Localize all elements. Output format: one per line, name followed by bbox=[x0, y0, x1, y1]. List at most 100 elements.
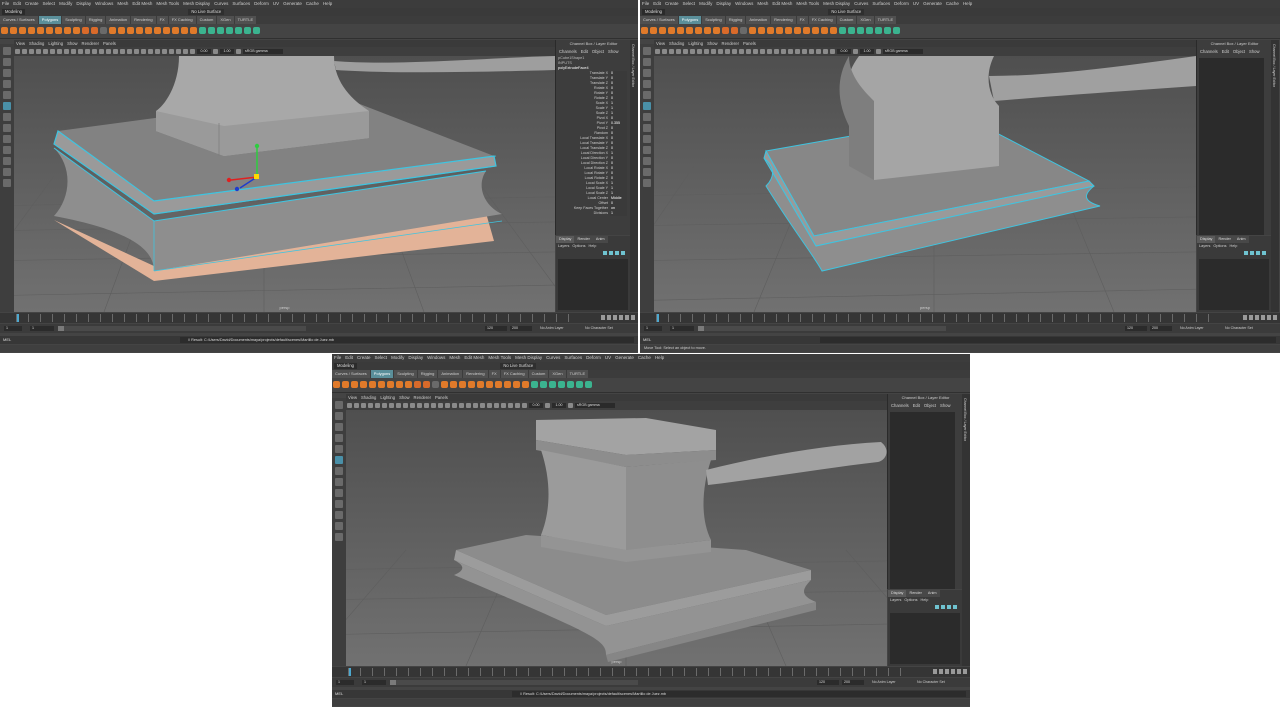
help-menu[interactable]: Help bbox=[589, 244, 597, 248]
layout-icon-1[interactable] bbox=[3, 135, 11, 143]
help-menu[interactable]: Help bbox=[921, 598, 929, 602]
wireframe-icon[interactable] bbox=[92, 49, 97, 54]
range-bar[interactable] bbox=[58, 326, 306, 331]
separate-icon[interactable] bbox=[91, 27, 98, 34]
layout-icon-5[interactable] bbox=[643, 179, 651, 187]
layer-down-icon[interactable] bbox=[609, 251, 613, 255]
gamma-field[interactable]: 1.00 bbox=[860, 49, 874, 54]
append-icon[interactable] bbox=[495, 381, 502, 388]
camera-attr-icon[interactable] bbox=[354, 403, 359, 408]
move-tool-icon[interactable] bbox=[643, 80, 651, 88]
menu-edit-mesh[interactable]: Edit Mesh bbox=[462, 354, 486, 362]
exposure-field[interactable]: 0.00 bbox=[529, 403, 543, 408]
poly-torus-icon[interactable] bbox=[677, 27, 684, 34]
unfold-icon[interactable] bbox=[253, 27, 260, 34]
shelf-tab-fx-caching[interactable]: FX Caching bbox=[808, 16, 836, 24]
paint-select-icon[interactable] bbox=[3, 69, 11, 77]
shelf-tab-sculpting[interactable]: Sculpting bbox=[62, 16, 85, 24]
layer-tab-display[interactable]: Display bbox=[556, 236, 575, 243]
single-view-icon[interactable] bbox=[3, 113, 11, 121]
options-menu[interactable]: Options bbox=[572, 244, 585, 248]
checker-icon[interactable] bbox=[884, 27, 891, 34]
shelf-tab-custom[interactable]: Custom bbox=[528, 370, 549, 378]
ao-icon[interactable] bbox=[134, 49, 139, 54]
range-inner-end-field[interactable]: 120 bbox=[1125, 326, 1147, 331]
wireframe-icon[interactable] bbox=[424, 403, 429, 408]
single-view-icon[interactable] bbox=[335, 467, 343, 475]
range-start-field[interactable]: 1 bbox=[644, 326, 662, 331]
shelf-tab-turtle[interactable]: TURTLE bbox=[234, 16, 257, 24]
boolean-icon[interactable] bbox=[118, 27, 125, 34]
safe-title-icon[interactable] bbox=[417, 403, 422, 408]
anim-layer-select[interactable]: No Anim Layer bbox=[540, 326, 564, 331]
menu-create[interactable]: Create bbox=[23, 0, 41, 8]
show-menu[interactable]: Show bbox=[608, 49, 618, 54]
bevel-icon[interactable] bbox=[785, 27, 792, 34]
menu-cache[interactable]: Cache bbox=[636, 354, 653, 362]
perspective-viewport[interactable]: persp bbox=[14, 56, 555, 312]
live-surface-field[interactable]: No Live Surface bbox=[828, 9, 865, 15]
shelf-tab-fx[interactable]: FX bbox=[796, 16, 808, 24]
lasso-tool-icon[interactable] bbox=[3, 58, 11, 66]
poly-cone-icon[interactable] bbox=[360, 381, 367, 388]
live-surface-field[interactable]: No Live Surface bbox=[188, 9, 225, 15]
layers-menu[interactable]: Layers bbox=[1199, 244, 1210, 248]
range-max-field[interactable]: 200 bbox=[842, 680, 864, 685]
poly-cone-icon[interactable] bbox=[668, 27, 675, 34]
scale-tool-icon[interactable] bbox=[335, 456, 343, 464]
lights-icon[interactable] bbox=[760, 49, 765, 54]
xray-icon[interactable] bbox=[169, 49, 174, 54]
textured-icon[interactable] bbox=[753, 49, 758, 54]
view-transform-select[interactable]: sRGB gamma bbox=[575, 403, 615, 408]
menu-help[interactable]: Help bbox=[961, 0, 974, 8]
shelf-tab-fx[interactable]: FX bbox=[156, 16, 168, 24]
resolution-gate-icon[interactable] bbox=[57, 49, 62, 54]
menu-display[interactable]: Display bbox=[406, 354, 425, 362]
spherical-map-icon[interactable] bbox=[558, 381, 565, 388]
shelf-tab-curves-surfaces[interactable]: Curves / Surfaces bbox=[0, 16, 38, 24]
poly-pipe-icon[interactable] bbox=[64, 27, 71, 34]
shelf-tab-custom[interactable]: Custom bbox=[836, 16, 857, 24]
shadows-icon[interactable] bbox=[459, 403, 464, 408]
menu-mesh-tools[interactable]: Mesh Tools bbox=[486, 354, 513, 362]
multi-cut-icon[interactable] bbox=[504, 381, 511, 388]
uv-editor-icon[interactable] bbox=[839, 27, 846, 34]
time-slider[interactable] bbox=[0, 313, 638, 323]
shelf-tab-animation[interactable]: Animation bbox=[106, 16, 131, 24]
character-set-select[interactable]: No Character Set bbox=[1225, 326, 1253, 331]
field-chart-icon[interactable] bbox=[71, 49, 76, 54]
xray-comp-icon[interactable] bbox=[183, 49, 188, 54]
lasso-tool-icon[interactable] bbox=[643, 58, 651, 66]
checker-icon[interactable] bbox=[244, 27, 251, 34]
multi-cut-icon[interactable] bbox=[812, 27, 819, 34]
lasso-tool-icon[interactable] bbox=[335, 412, 343, 420]
single-view-icon[interactable] bbox=[643, 113, 651, 121]
menu-file[interactable]: File bbox=[640, 0, 651, 8]
range-start-field[interactable]: 1 bbox=[4, 326, 22, 331]
layer-list[interactable] bbox=[558, 259, 628, 310]
image-plane-icon[interactable] bbox=[36, 49, 41, 54]
mel-label[interactable]: MEL bbox=[3, 337, 11, 343]
layout-icon-3[interactable] bbox=[3, 157, 11, 165]
menu-deform[interactable]: Deform bbox=[584, 354, 603, 362]
shelf-tab-sculpting[interactable]: Sculpting bbox=[702, 16, 725, 24]
film-gate-icon[interactable] bbox=[50, 49, 55, 54]
shelf-tab-turtle[interactable]: TURTLE bbox=[874, 16, 897, 24]
layer-up-icon[interactable] bbox=[603, 251, 607, 255]
cylindrical-map-icon[interactable] bbox=[857, 27, 864, 34]
safe-action-icon[interactable] bbox=[410, 403, 415, 408]
shelf-tab-rendering[interactable]: Rendering bbox=[771, 16, 796, 24]
menu-curves[interactable]: Curves bbox=[544, 354, 562, 362]
spherical-map-icon[interactable] bbox=[866, 27, 873, 34]
isolate-icon[interactable] bbox=[494, 403, 499, 408]
film-gate-icon[interactable] bbox=[690, 49, 695, 54]
poly-pipe-icon[interactable] bbox=[396, 381, 403, 388]
cylindrical-map-icon[interactable] bbox=[217, 27, 224, 34]
exposure-field[interactable]: 0.00 bbox=[837, 49, 851, 54]
channel-attr-value[interactable]: 1 bbox=[610, 211, 627, 216]
mirror-icon[interactable] bbox=[127, 27, 134, 34]
extract-icon[interactable] bbox=[740, 27, 747, 34]
exposure-field[interactable]: 0.00 bbox=[197, 49, 211, 54]
layers-menu[interactable]: Layers bbox=[890, 598, 901, 602]
shelf-tab-rigging[interactable]: Rigging bbox=[417, 370, 438, 378]
